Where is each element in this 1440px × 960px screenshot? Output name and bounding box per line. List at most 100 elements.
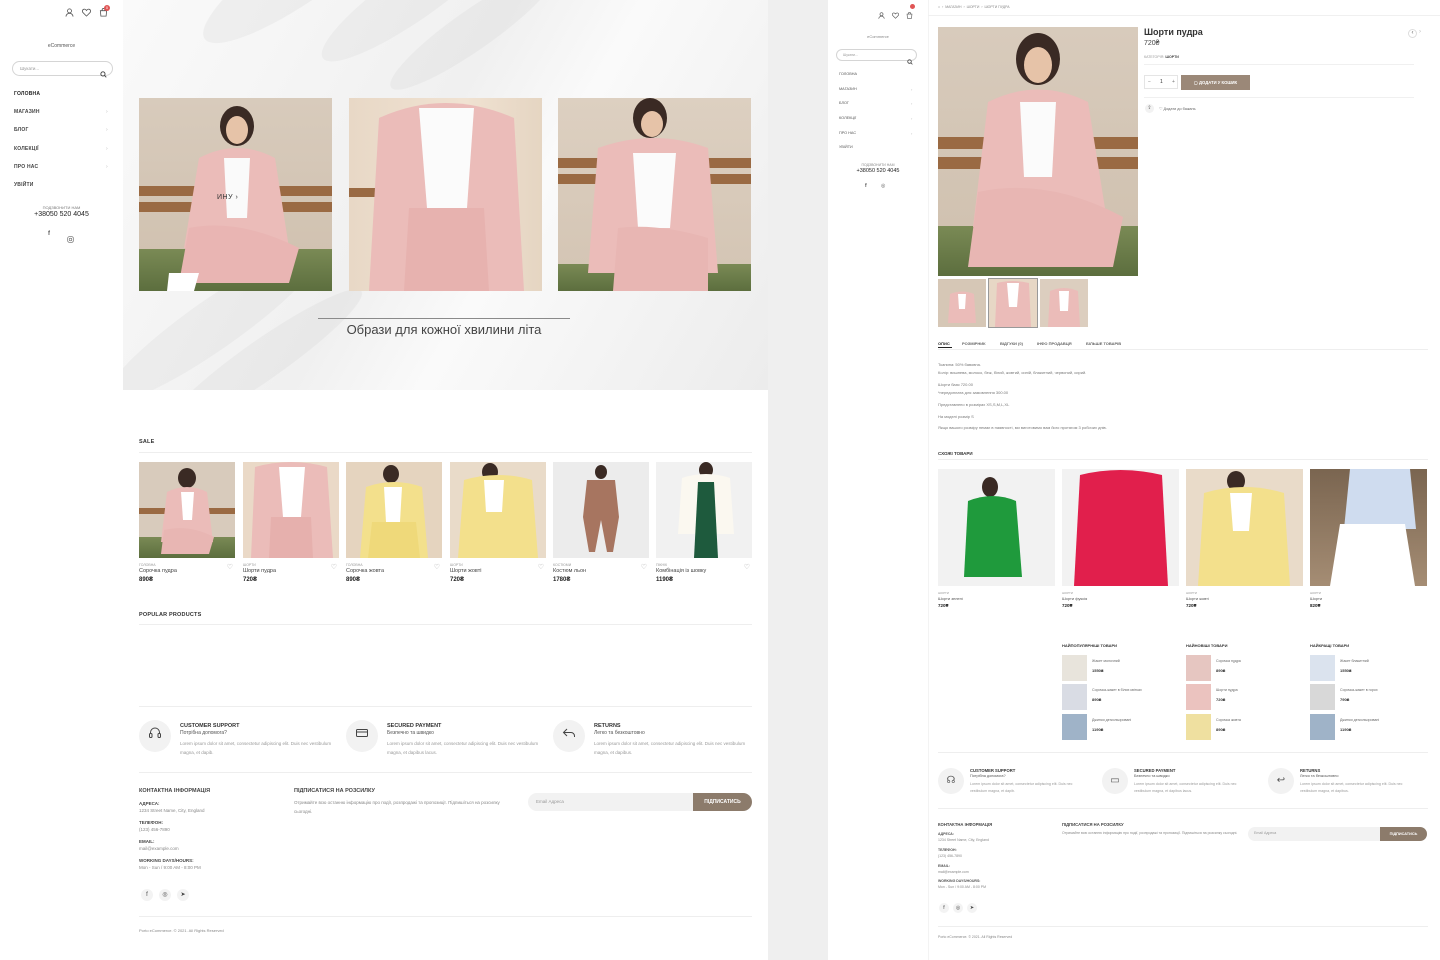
- heart-icon[interactable]: [892, 6, 899, 24]
- phone-number[interactable]: +38050 520 4045: [0, 211, 123, 218]
- email-value[interactable]: mail@example.com: [938, 870, 969, 874]
- product-thumb[interactable]: [1040, 279, 1088, 327]
- product-name[interactable]: Джинси дегкольоровані: [1340, 718, 1379, 722]
- product-image[interactable]: [1310, 714, 1335, 740]
- hero-image-2[interactable]: [349, 98, 542, 291]
- category-link[interactable]: ШОРТИ: [1165, 55, 1179, 59]
- subscribe-button[interactable]: ПІДПИСАТИСЬ: [1380, 827, 1427, 841]
- add-to-cart-button[interactable]: ▢ ДОДАТИ У КОШИК: [1181, 75, 1250, 90]
- breadcrumb-item[interactable]: МАГАЗИН: [945, 5, 961, 9]
- mini-product[interactable]: Джинси дегкольоровані 1190₴: [1062, 714, 1182, 740]
- product-card[interactable]: ШОРТИ Шорти жовті 720₴ ♡: [450, 462, 546, 583]
- instagram-icon[interactable]: ◎: [159, 889, 171, 901]
- product-name[interactable]: Жакет блакитний: [1340, 659, 1369, 663]
- hero-image-3[interactable]: [558, 98, 751, 291]
- search-icon[interactable]: [907, 52, 913, 70]
- email-input[interactable]: Email Адреса: [1248, 827, 1382, 841]
- product-card[interactable]: ГОЛОВНА Сорочка пудра 890₴ ♡: [139, 462, 235, 583]
- nav-shop[interactable]: МАГАЗИН: [839, 87, 857, 91]
- nav-shop[interactable]: МАГАЗИН: [14, 109, 40, 115]
- instagram-icon[interactable]: ◎: [953, 903, 963, 913]
- product-image[interactable]: [1186, 469, 1303, 586]
- product-image[interactable]: [1310, 655, 1335, 681]
- product-card[interactable]: КОСТЮМИ Костюм льон 1780₴ ♡: [553, 462, 649, 583]
- phone-value[interactable]: (123) 456-7890: [139, 827, 170, 832]
- nav-login[interactable]: УВІЙТИ: [14, 182, 34, 188]
- hero-image-1[interactable]: ИНУ ›: [139, 98, 332, 291]
- heart-icon[interactable]: ♡: [641, 563, 647, 571]
- plus-button[interactable]: +: [1172, 79, 1175, 85]
- subscribe-button[interactable]: ПІДПИСАТИСЬ: [693, 793, 752, 811]
- product-name[interactable]: Шорти пудра: [1216, 688, 1238, 692]
- chevron-right-icon[interactable]: ›: [1419, 29, 1421, 35]
- instagram-icon[interactable]: ◎: [881, 183, 885, 189]
- product-name[interactable]: Сорочка жовта: [1216, 718, 1241, 722]
- product-thumb[interactable]: [988, 278, 1038, 328]
- breadcrumb-item[interactable]: ШОРТИ: [967, 5, 980, 9]
- related-product-card[interactable]: ШОРТИ Шорти жовті 720₴: [1186, 469, 1303, 608]
- tab-more[interactable]: БІЛЬШЕ ТОВАРІВ: [1086, 341, 1121, 346]
- product-image[interactable]: [1310, 684, 1335, 710]
- product-name[interactable]: Шорти жовті: [450, 568, 546, 574]
- product-name[interactable]: Жакет молочний: [1092, 659, 1120, 663]
- product-image[interactable]: [553, 462, 649, 558]
- quantity-value[interactable]: 1: [1160, 79, 1163, 85]
- product-image[interactable]: [243, 462, 339, 558]
- product-name[interactable]: Сорочка пудра: [139, 568, 235, 574]
- brand-logo[interactable]: eCommerce: [0, 43, 123, 49]
- tab-seller[interactable]: ІНФО ПРОДАВЦЯ: [1037, 341, 1072, 346]
- product-name[interactable]: Шорти пудра: [243, 568, 339, 574]
- tab-sizes[interactable]: РОЗМІРНИК: [962, 341, 986, 346]
- mini-product[interactable]: Шорти пудра 720₴: [1186, 684, 1306, 710]
- product-name[interactable]: Джинси дегкольоровані: [1092, 718, 1131, 722]
- user-icon[interactable]: [878, 6, 885, 24]
- mini-product[interactable]: Жакет молочний 1550₴: [1062, 655, 1182, 681]
- nav-home[interactable]: ГОЛОВНА: [14, 91, 40, 97]
- product-main-image[interactable]: [938, 27, 1138, 276]
- product-image[interactable]: [1062, 714, 1087, 740]
- nav-login[interactable]: УВІЙТИ: [839, 145, 853, 149]
- telegram-icon[interactable]: ➤: [177, 889, 189, 901]
- chevron-left-icon[interactable]: ‹: [1408, 29, 1417, 38]
- related-product-card[interactable]: ШОРТИ Шорти фуксія 720₴: [1062, 469, 1179, 608]
- nav-home[interactable]: ГОЛОВНА: [839, 72, 857, 76]
- search-box[interactable]: Шукати...: [12, 61, 113, 78]
- product-image[interactable]: [139, 462, 235, 558]
- wishlist-link[interactable]: ♡ Додати до бажань: [1159, 106, 1196, 111]
- quantity-stepper[interactable]: − 1 +: [1144, 75, 1178, 89]
- product-image[interactable]: [1062, 469, 1179, 586]
- facebook-icon[interactable]: f: [141, 889, 153, 901]
- nav-collections[interactable]: КОЛЕКЦІЇ: [14, 146, 39, 152]
- phone-value[interactable]: (123) 456-7890: [938, 854, 962, 858]
- product-name[interactable]: Комбінація із шовку: [656, 568, 752, 574]
- instagram-icon[interactable]: [67, 230, 74, 248]
- heart-icon[interactable]: ♡: [744, 563, 750, 571]
- product-card[interactable]: ПІКНІК Комбінація із шовку 1190₴ ♡: [656, 462, 752, 583]
- mini-product[interactable]: Сорочка пудра 890₴: [1186, 655, 1306, 681]
- related-product-card[interactable]: ШОРТИ Шорти 820₴: [1310, 469, 1427, 608]
- product-name[interactable]: Сорочка пудра: [1216, 659, 1241, 663]
- product-image[interactable]: [938, 469, 1055, 586]
- heart-icon[interactable]: [82, 8, 91, 19]
- product-image[interactable]: [1310, 469, 1427, 586]
- tab-reviews[interactable]: ВІДГУКИ (0): [1000, 341, 1023, 346]
- nav-collections[interactable]: КОЛЕКЦІЇ: [839, 116, 856, 120]
- product-name[interactable]: Шорти зелені: [938, 596, 1055, 601]
- product-image[interactable]: [1062, 655, 1087, 681]
- mini-product[interactable]: Джинси дегкольоровані 1190₴: [1310, 714, 1430, 740]
- email-value[interactable]: mail@example.com: [139, 846, 179, 851]
- search-icon[interactable]: [100, 65, 107, 83]
- mini-product[interactable]: Сорочка жовта 890₴: [1186, 714, 1306, 740]
- nav-about[interactable]: ПРО НАС: [14, 164, 38, 170]
- phone-number[interactable]: +38050 520 4045: [828, 168, 928, 174]
- product-card[interactable]: ШОРТИ Шорти пудра 720₴ ♡: [243, 462, 339, 583]
- product-image[interactable]: [1186, 714, 1211, 740]
- product-image[interactable]: [1186, 655, 1211, 681]
- product-name[interactable]: Сорочка-жакет в білих квітках: [1092, 688, 1142, 692]
- product-name[interactable]: Шорти жовті: [1186, 596, 1303, 601]
- facebook-icon[interactable]: f: [939, 903, 949, 913]
- heart-icon[interactable]: ♡: [331, 563, 337, 571]
- heart-icon[interactable]: ♡: [434, 563, 440, 571]
- search-box[interactable]: Шукати...: [836, 49, 917, 65]
- nav-blog[interactable]: БЛОГ: [14, 127, 29, 133]
